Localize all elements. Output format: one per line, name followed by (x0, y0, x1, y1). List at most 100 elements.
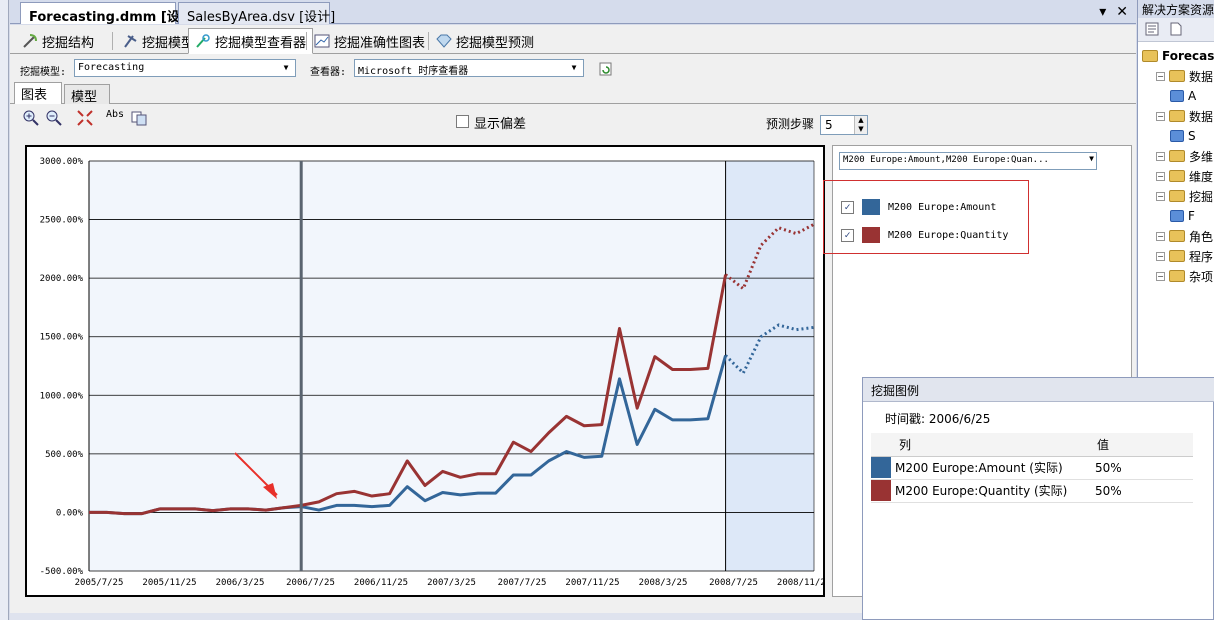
y-axis-ticks: 3000.00% 2500.00% 2000.00% 1500.00% 1000.00%… (40, 157, 84, 577)
x-tick-label: 2007/7/25 (498, 578, 547, 588)
x-tick-label: 2006/3/25 (216, 578, 265, 588)
doc-tab-salesbyarea[interactable]: SalesByArea.dsv [设计] (178, 2, 335, 25)
tree-item-label: 数据 (1189, 109, 1214, 124)
tab-label: 挖掘准确性图表 (334, 35, 426, 51)
tree-item[interactable]: S (1170, 126, 1196, 146)
x-axis-ticks: 2005/7/25 2005/11/25 2006/3/25 2006/7/25 200… (75, 578, 831, 588)
row-swatch (871, 479, 893, 503)
y-tick-label: -500.00% (40, 567, 84, 577)
tree-item[interactable]: − 数据 (1156, 66, 1213, 86)
tree-item[interactable]: − 杂项 (1156, 266, 1213, 286)
properties-icon[interactable] (1144, 21, 1162, 39)
tree-item-label: 角色 (1189, 229, 1214, 244)
chart-svg: 3000.00% 2500.00% 2000.00% 1500.00% 1000.00%… (40, 157, 831, 588)
predict-steps-spinner[interactable]: 5 ▲ ▼ (820, 115, 868, 135)
y-tick-label: 2000.00% (40, 274, 84, 284)
fit-to-window-icon[interactable] (76, 109, 94, 127)
folder-icon (1169, 190, 1185, 202)
mining-model-label: 挖掘模型: (20, 67, 67, 78)
close-icon[interactable]: ✕ (1116, 4, 1128, 20)
tree-item-label: S (1188, 129, 1196, 143)
y-tick-label: 2500.00% (40, 216, 84, 226)
tree-item[interactable]: A (1170, 86, 1196, 106)
tree-item[interactable]: − 角色 (1156, 226, 1213, 246)
show-files-icon[interactable] (1168, 21, 1186, 39)
spinner-arrows-icon[interactable]: ▲ ▼ (854, 116, 867, 134)
y-tick-label: 3000.00% (40, 157, 84, 167)
copy-icon[interactable] (130, 109, 148, 127)
document-tab-bar: Forecasting.dmm [设计] SalesByArea.dsv [设计… (10, 0, 1136, 25)
expand-toggle-icon[interactable]: − (1156, 151, 1165, 161)
table-row[interactable]: M200 Europe:Quantity (实际) 50% (871, 479, 1193, 503)
x-tick-label: 2008/7/25 (709, 578, 758, 588)
diamond-icon (436, 33, 452, 49)
predict-steps-label: 预测步骤 (766, 117, 815, 131)
tab-mining-structure[interactable]: 挖掘结构 (16, 29, 100, 53)
tab-chart[interactable]: 图表 (14, 82, 62, 104)
tree-item[interactable]: F (1170, 206, 1195, 226)
expand-toggle-icon[interactable]: − (1156, 251, 1165, 261)
tab-mining-model-viewer[interactable]: 挖掘模型查看器 (188, 28, 314, 54)
folder-icon (1169, 250, 1185, 262)
table-row[interactable]: M200 Europe:Amount (实际) 50% (871, 456, 1193, 480)
abs-button[interactable]: Abs (106, 109, 124, 127)
tab-separator (428, 32, 429, 50)
expand-toggle-icon[interactable]: − (1156, 271, 1165, 281)
viewer-icon (195, 33, 211, 49)
tab-accuracy-chart[interactable]: 挖掘准确性图表 (308, 29, 431, 53)
tree-item-label: F (1188, 209, 1195, 223)
column-header-column: 列 (893, 433, 1091, 457)
folder-icon (1169, 70, 1185, 82)
solution-explorer-title: 解决方案资源 (1138, 0, 1214, 18)
folder-icon (1169, 170, 1185, 182)
tree-item[interactable]: − 程序 (1156, 246, 1213, 266)
viewer-label: 查看器: (310, 67, 347, 78)
refresh-icon[interactable] (598, 61, 616, 79)
tree-item-label: 多维 (1189, 149, 1214, 164)
highlight-box (823, 180, 1029, 254)
y-tick-label: 0.00% (56, 508, 84, 518)
predict-steps-value: 5 (825, 118, 833, 132)
chevron-down-icon: ▼ (283, 63, 289, 72)
expand-toggle-icon[interactable]: − (1156, 171, 1165, 181)
tree-item[interactable]: Forecas (1142, 46, 1214, 66)
row-name: M200 Europe:Amount (实际) (893, 456, 1091, 480)
tab-model[interactable]: 模型 (64, 84, 110, 105)
zoom-out-icon[interactable] (45, 109, 63, 127)
tree-item-label: 维度 (1189, 169, 1214, 184)
window-menu-icon[interactable]: ▾ (1099, 4, 1106, 20)
viewer-dropdown[interactable]: Microsoft 时序查看器 ▼ (354, 59, 584, 77)
chart-icon (314, 33, 330, 49)
series-selector-dropdown[interactable]: M200 Europe:Amount,M200 Europe:Quan... ▼ (839, 152, 1097, 170)
expand-toggle-icon[interactable]: − (1156, 191, 1165, 201)
tree-item-label: 挖掘 (1189, 189, 1214, 204)
mining-model-value: Forecasting (78, 62, 145, 73)
expand-toggle-icon[interactable]: − (1156, 111, 1165, 121)
folder-icon (1142, 50, 1158, 62)
tab-model-prediction[interactable]: 挖掘模型预测 (430, 29, 540, 53)
color-swatch-quantity (871, 480, 891, 501)
expand-toggle-icon[interactable]: − (1156, 231, 1165, 241)
tree-item[interactable]: − 多维 (1156, 146, 1213, 166)
row-value: 50% (1091, 479, 1193, 503)
folder-icon (1169, 150, 1185, 162)
x-tick-label: 2008/11/25 (777, 578, 823, 588)
expand-toggle-icon[interactable]: − (1156, 71, 1165, 81)
tree-item[interactable]: − 挖掘 (1156, 186, 1213, 206)
show-deviation-checkbox[interactable] (456, 115, 469, 128)
mining-model-dropdown[interactable]: Forecasting ▼ (74, 59, 296, 77)
solution-explorer-toolbar (1138, 18, 1214, 42)
y-tick-label: 1500.00% (40, 333, 84, 343)
doc-tab-forecasting[interactable]: Forecasting.dmm [设计] (20, 2, 199, 25)
mining-legend-table: 列 值 M200 Europe:Amount (实际) 50% M200 Eur… (871, 433, 1193, 503)
mining-legend-title: 挖掘图例 (863, 378, 1214, 402)
pickaxe-icon (122, 33, 138, 49)
forecast-chart[interactable]: 3000.00% 2500.00% 2000.00% 1500.00% 1000.00%… (25, 145, 831, 597)
tab-label: 挖掘模型 (142, 35, 195, 51)
tree-item[interactable]: − 维度 (1156, 166, 1213, 186)
zoom-in-icon[interactable] (22, 109, 40, 127)
tab-label: 挖掘模型预测 (456, 35, 535, 51)
folder-icon (1169, 270, 1185, 282)
tree-item[interactable]: − 数据 (1156, 106, 1213, 126)
file-icon (1170, 210, 1184, 222)
